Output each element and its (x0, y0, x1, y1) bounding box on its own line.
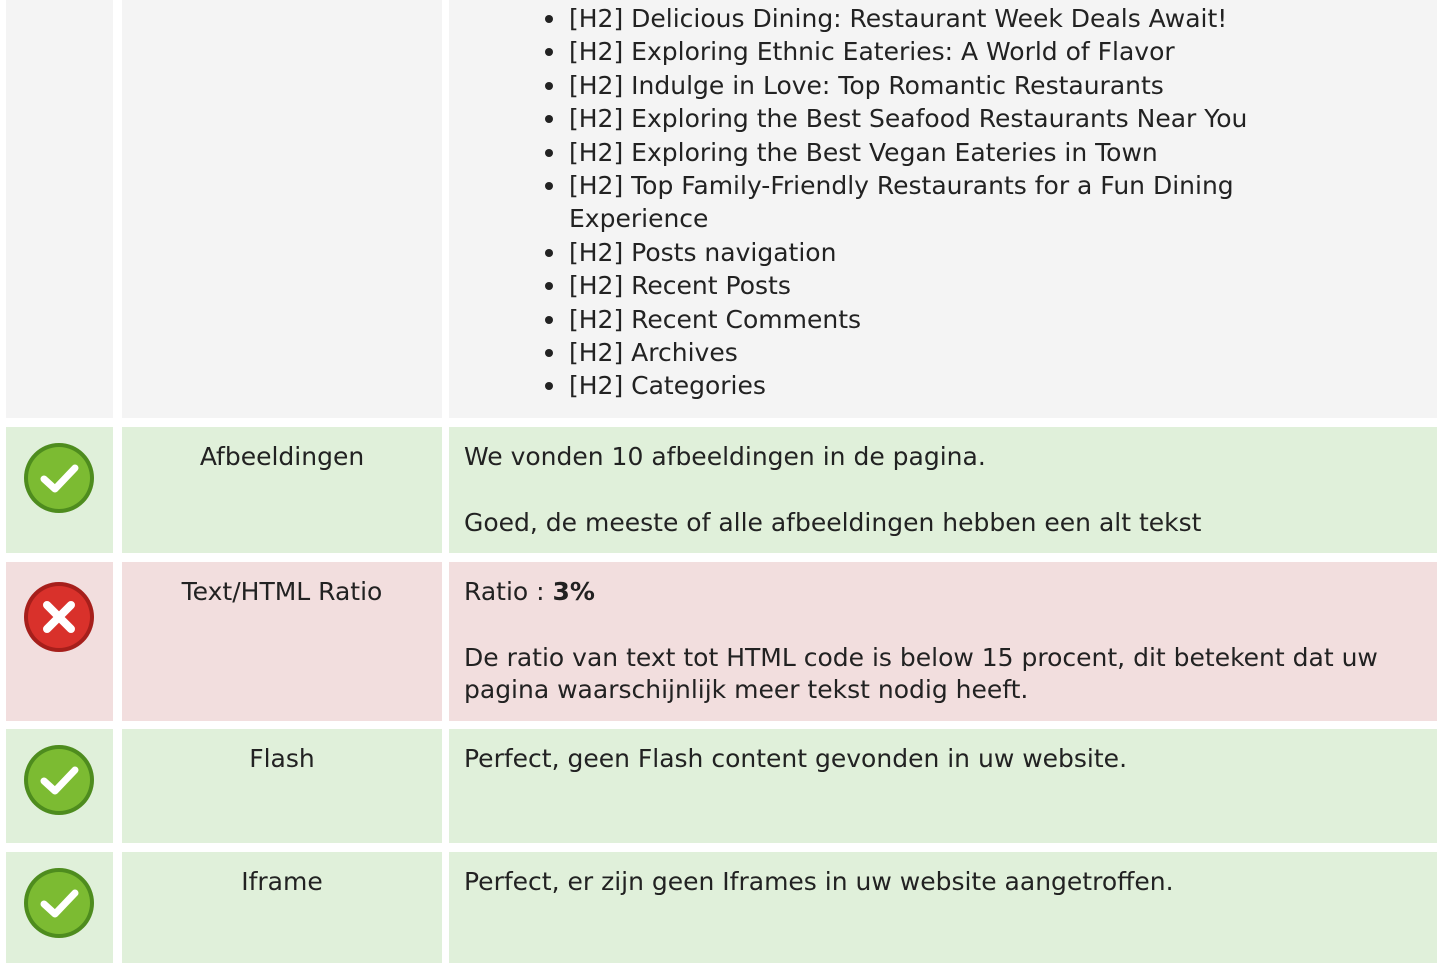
iframe-result-text: Perfect, er zijn geen Iframes in uw webs… (464, 867, 1174, 896)
heading-item: [H2] Indulge in Love: Top Romantic Resta… (542, 69, 1322, 102)
status-cell (6, 852, 113, 963)
images-alt-text: Goed, de meeste of alle afbeeldingen heb… (464, 508, 1202, 537)
check-circle-icon (24, 443, 94, 513)
check-label: Text/HTML Ratio (122, 562, 442, 721)
check-description: Perfect, er zijn geen Iframes in uw webs… (449, 852, 1437, 963)
heading-item: [H2] Categories (542, 369, 1322, 402)
status-cell (6, 729, 113, 843)
headings-row: [H2] Delicious Dining: Restaurant Week D… (6, 0, 1437, 418)
check-description: We vonden 10 afbeeldingen in de pagina. … (449, 427, 1437, 553)
headings-cell: [H2] Delicious Dining: Restaurant Week D… (449, 0, 1437, 418)
check-label: Flash (122, 729, 442, 843)
heading-item: [H2] Posts navigation (542, 236, 1322, 269)
status-cell (6, 562, 113, 721)
check-label: Afbeeldingen (122, 427, 442, 553)
heading-item: [H2] Recent Posts (542, 269, 1322, 302)
ratio-value: 3% (552, 577, 595, 606)
images-count-text: We vonden 10 afbeeldingen in de pagina. (464, 442, 986, 471)
flash-result-text: Perfect, geen Flash content gevonden in … (464, 744, 1128, 773)
x-circle-icon (24, 582, 94, 652)
heading-item: [H2] Archives (542, 336, 1322, 369)
ratio-explanation: De ratio van text tot HTML code is below… (464, 643, 1378, 704)
check-label: Iframe (122, 852, 442, 963)
ratio-line: Ratio : 3% (464, 576, 1421, 608)
check-circle-icon (24, 868, 94, 938)
heading-item: [H2] Top Family-Friendly Restaurants for… (542, 169, 1322, 236)
heading-item: [H2] Exploring the Best Vegan Eateries i… (542, 136, 1322, 169)
ratio-check-row: Text/HTML Ratio Ratio : 3% De ratio van … (6, 562, 1437, 721)
check-description: Ratio : 3% De ratio van text tot HTML co… (449, 562, 1437, 721)
status-cell (6, 427, 113, 553)
status-cell (6, 0, 113, 418)
heading-item: [H2] Recent Comments (542, 303, 1322, 336)
images-check-row: Afbeeldingen We vonden 10 afbeeldingen i… (6, 427, 1437, 553)
heading-item: [H2] Delicious Dining: Restaurant Week D… (542, 2, 1322, 35)
iframe-check-row: Iframe Perfect, er zijn geen Iframes in … (6, 852, 1437, 963)
label-cell (122, 0, 442, 418)
heading-item: [H2] Exploring Ethnic Eateries: A World … (542, 35, 1322, 68)
heading-item: [H2] Exploring the Best Seafood Restaura… (542, 102, 1322, 135)
ratio-prefix: Ratio : (464, 577, 553, 606)
check-description: Perfect, geen Flash content gevonden in … (449, 729, 1437, 843)
headings-list: [H2] Delicious Dining: Restaurant Week D… (542, 2, 1322, 403)
flash-check-row: Flash Perfect, geen Flash content gevond… (6, 729, 1437, 843)
check-circle-icon (24, 745, 94, 815)
